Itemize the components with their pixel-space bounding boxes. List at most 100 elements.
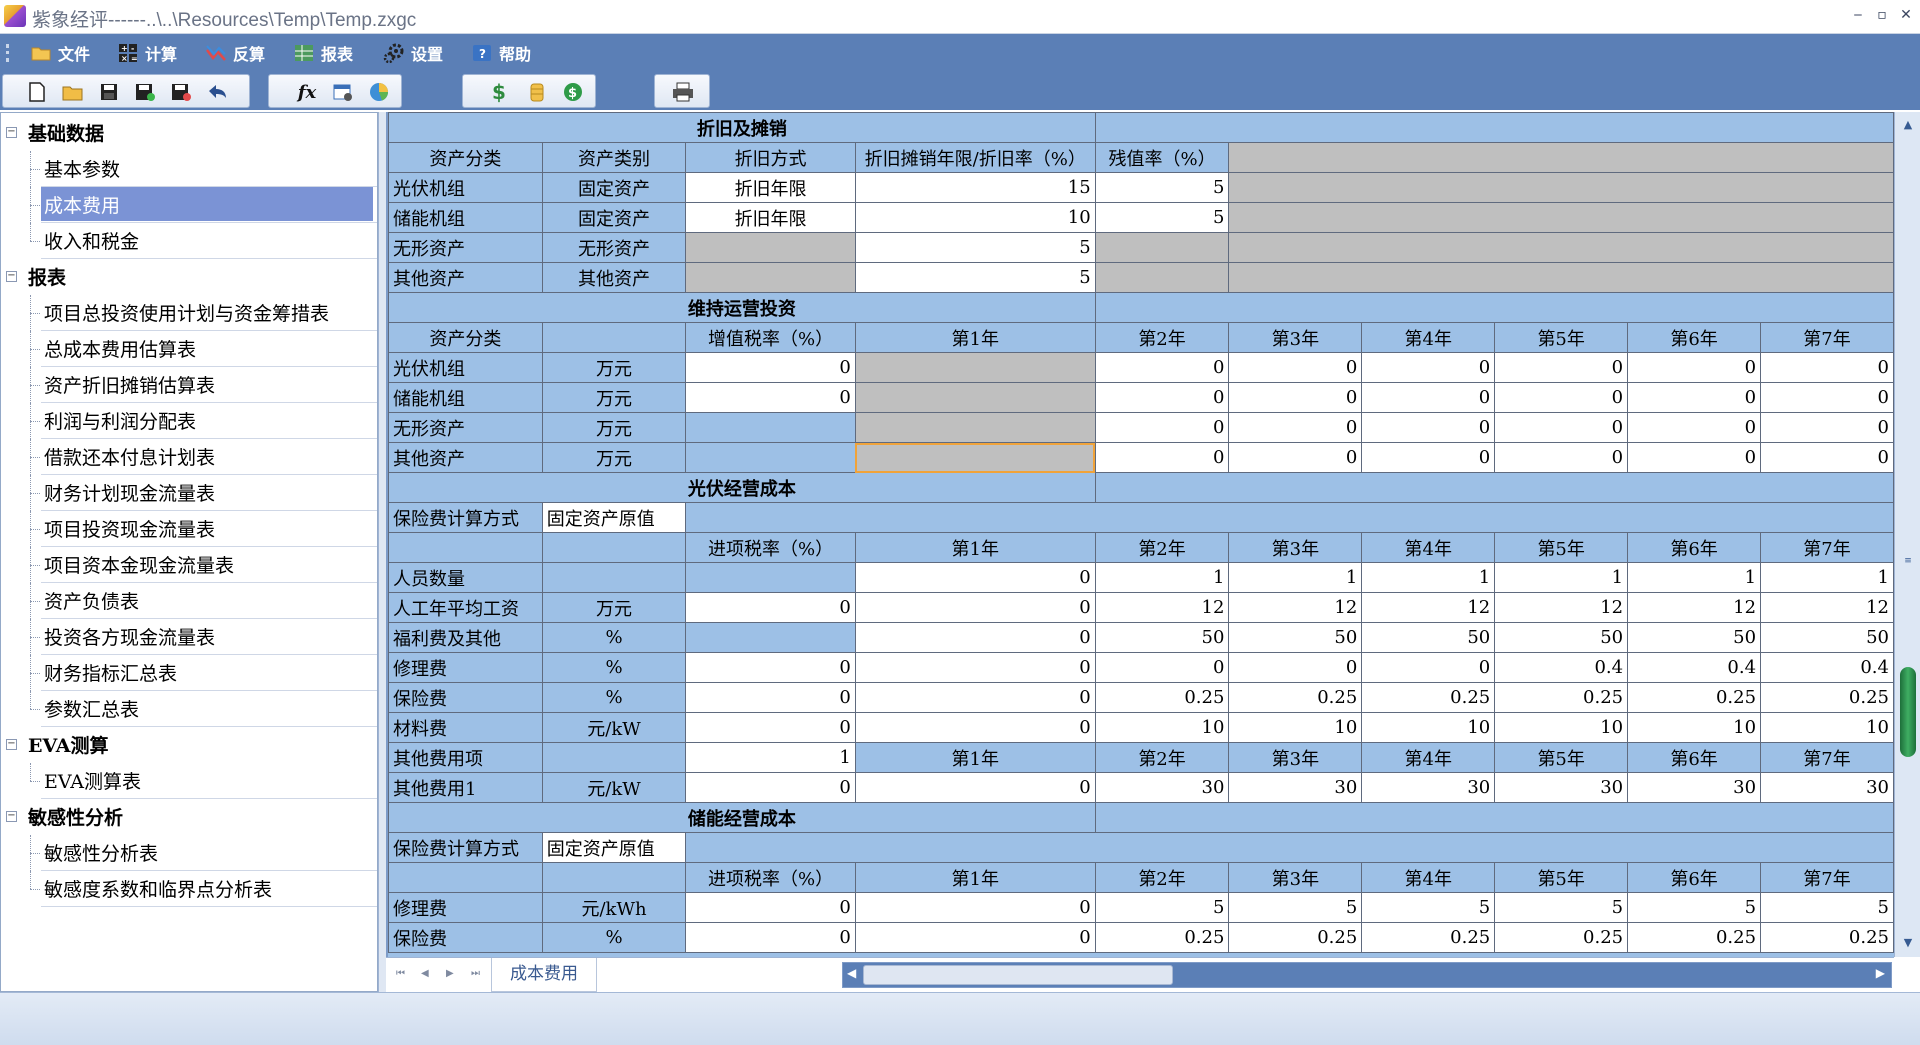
insurance-method-select[interactable]: 固定资产原值 <box>541 832 687 863</box>
value-cell[interactable]: 0.4 <box>1627 652 1762 683</box>
tree-item-10[interactable]: 财务计划现金流量表 <box>41 475 373 509</box>
tax-cell[interactable]: 0 <box>685 712 856 743</box>
value-cell[interactable]: 1 <box>1494 562 1629 593</box>
chart-button[interactable] <box>365 79 393 105</box>
value-cell[interactable]: 0.25 <box>1361 682 1496 713</box>
value-cell[interactable]: 50 <box>1627 622 1762 653</box>
value-cell[interactable]: 30 <box>1094 772 1230 803</box>
next-sheet-icon[interactable]: ▶ <box>446 968 454 979</box>
method-cell[interactable]: 折旧年限 <box>685 202 856 233</box>
menu-calculate[interactable]: + - × = 计算 <box>117 40 177 66</box>
tree-item-6[interactable]: 总成本费用估算表 <box>41 331 373 365</box>
tree-item-1[interactable]: 基本参数 <box>41 151 373 185</box>
value-cell[interactable]: 12 <box>1094 592 1230 623</box>
value-cell[interactable]: 0.25 <box>1361 922 1496 953</box>
value-cell[interactable]: 0.25 <box>1760 682 1894 713</box>
value-cell[interactable]: 0.25 <box>1494 682 1629 713</box>
close-button[interactable]: ✕ <box>1892 4 1920 26</box>
value-cell[interactable]: 0.25 <box>1627 682 1762 713</box>
open-button[interactable] <box>59 79 87 105</box>
years-cell[interactable]: 15 <box>854 172 1096 203</box>
save-button[interactable] <box>95 79 123 105</box>
value-cell[interactable]: 0 <box>1361 652 1496 683</box>
value-cell[interactable]: 0.4 <box>1760 652 1894 683</box>
collapse-icon[interactable]: − <box>6 811 17 822</box>
value-cell[interactable]: 50 <box>1094 622 1230 653</box>
value-cell[interactable]: 0.25 <box>1760 922 1894 953</box>
value-cell[interactable]: 0.25 <box>1228 922 1363 953</box>
value-cell[interactable]: 10 <box>1760 712 1894 743</box>
method-cell[interactable]: 折旧年限 <box>685 172 856 203</box>
value-cell[interactable]: 0 <box>854 892 1096 923</box>
value-cell[interactable]: 5 <box>1228 892 1363 923</box>
value-cell[interactable]: 0 <box>1627 382 1762 413</box>
tree-item-14[interactable]: 投资各方现金流量表 <box>41 619 373 653</box>
tax-cell[interactable]: 0 <box>685 892 856 923</box>
value-cell[interactable]: 12 <box>1627 592 1762 623</box>
other-cost-count[interactable]: 1 <box>685 742 856 773</box>
tree-item-21[interactable]: 敏感度系数和临界点分析表 <box>41 871 373 905</box>
value-cell[interactable]: 0 <box>854 772 1096 803</box>
coins-button[interactable] <box>523 79 551 105</box>
value-cell[interactable]: 0 <box>1627 352 1762 383</box>
first-sheet-icon[interactable]: ⏮ <box>396 968 405 979</box>
value-cell[interactable]: 0 <box>1760 352 1894 383</box>
value-cell[interactable]: 0 <box>1228 412 1363 443</box>
tree-item-0[interactable]: 基础数据 <box>25 115 373 149</box>
selected-cell[interactable] <box>854 442 1096 473</box>
value-cell[interactable]: 0 <box>1627 412 1762 443</box>
years-cell[interactable]: 10 <box>854 202 1096 233</box>
collapse-icon[interactable]: − <box>6 739 17 750</box>
value-cell[interactable]: 30 <box>1228 772 1363 803</box>
value-cell[interactable]: 1 <box>1094 562 1230 593</box>
vertical-scrollbar[interactable]: ▲ ≡ ▼ <box>1894 112 1920 957</box>
value-cell[interactable]: 0 <box>1361 382 1496 413</box>
tree-item-15[interactable]: 财务指标汇总表 <box>41 655 373 689</box>
value-cell[interactable]: 0 <box>1094 442 1230 473</box>
value-cell[interactable]: 0 <box>1760 382 1894 413</box>
tree-item-20[interactable]: 敏感性分析表 <box>41 835 373 869</box>
value-cell[interactable]: 0.4 <box>1494 652 1629 683</box>
menu-file[interactable]: 文件 <box>30 40 90 66</box>
tree-item-11[interactable]: 项目投资现金流量表 <box>41 511 373 545</box>
value-cell[interactable]: 0.25 <box>1494 922 1629 953</box>
last-sheet-icon[interactable]: ⏭ <box>471 968 480 979</box>
years-cell[interactable]: 5 <box>854 262 1096 293</box>
value-cell[interactable]: 0.25 <box>1094 682 1230 713</box>
value-cell[interactable]: 0 <box>1361 412 1496 443</box>
value-cell[interactable]: 1 <box>1228 562 1363 593</box>
money-button[interactable]: $ <box>559 79 587 105</box>
value-cell[interactable]: 0 <box>854 652 1096 683</box>
tree-item-19[interactable]: 敏感性分析 <box>25 799 373 833</box>
calc-settings-button[interactable] <box>329 79 357 105</box>
insurance-method-select[interactable]: 固定资产原值 <box>541 502 687 533</box>
tax-cell[interactable]: 0 <box>685 772 856 803</box>
value-cell[interactable]: 0 <box>1094 352 1230 383</box>
scroll-thumb[interactable] <box>1900 667 1916 757</box>
tree-item-8[interactable]: 利润与利润分配表 <box>41 403 373 437</box>
value-cell[interactable]: 1 <box>1361 562 1496 593</box>
tree-item-2[interactable]: 成本费用 <box>41 187 373 221</box>
scroll-right-icon[interactable]: ▶ <box>1876 966 1885 980</box>
tax-cell[interactable]: 0 <box>685 922 856 953</box>
splitter-handle[interactable] <box>378 112 386 992</box>
scroll-left-icon[interactable]: ◀ <box>847 966 856 980</box>
value-cell[interactable]: 10 <box>1228 712 1363 743</box>
value-cell[interactable]: 0 <box>1494 352 1629 383</box>
value-cell[interactable]: 0 <box>1228 442 1363 473</box>
scroll-down-icon[interactable]: ▼ <box>1899 934 1917 952</box>
tax-cell[interactable]: 0 <box>685 682 856 713</box>
menu-help[interactable]: ? 帮助 <box>471 40 531 66</box>
value-cell[interactable]: 5 <box>1361 892 1496 923</box>
value-cell[interactable]: 12 <box>1228 592 1363 623</box>
value-cell[interactable]: 0 <box>1760 442 1894 473</box>
value-cell[interactable]: 0 <box>1494 382 1629 413</box>
formula-button[interactable]: fx <box>293 79 321 105</box>
value-cell[interactable]: 1 <box>1760 562 1894 593</box>
value-cell[interactable]: 0 <box>854 622 1096 653</box>
menu-settings[interactable]: 设置 <box>383 40 443 66</box>
value-cell[interactable]: 0 <box>1094 412 1230 443</box>
value-cell[interactable]: 30 <box>1361 772 1496 803</box>
value-cell[interactable]: 1 <box>1627 562 1762 593</box>
tree-item-12[interactable]: 项目资本金现金流量表 <box>41 547 373 581</box>
